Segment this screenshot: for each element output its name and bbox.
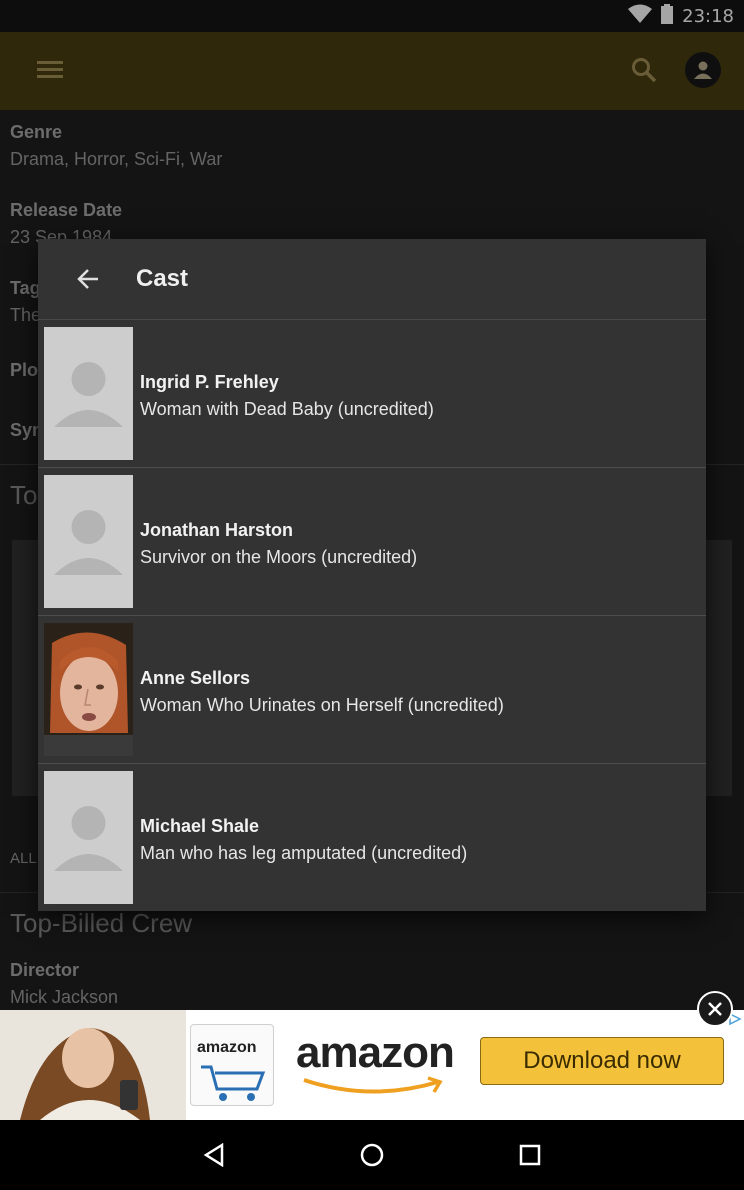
arrow-back-icon[interactable]: [70, 261, 106, 297]
close-ad-icon[interactable]: [697, 991, 733, 1027]
cast-role: Woman with Dead Baby (uncredited): [140, 399, 434, 419]
cast-name: Jonathan Harston: [140, 520, 294, 540]
cast-photo: [44, 623, 133, 756]
amazon-smile-icon: [303, 1076, 443, 1094]
cast-item[interactable]: Michael Shale Man who has leg amputated …: [38, 764, 706, 911]
cast-name: Anne Sellors: [140, 668, 251, 688]
cast-role: Man who has leg amputated (uncredited): [140, 843, 468, 863]
cast-name: Michael Shale: [140, 816, 260, 836]
download-now-button[interactable]: Download now: [480, 1037, 724, 1085]
nav-home-icon[interactable]: [352, 1137, 392, 1173]
cast-item[interactable]: Ingrid P. Frehley Woman with Dead Baby (…: [38, 320, 706, 468]
cast-dialog: Cast Ingrid P. Frehley Woman with Dead B…: [38, 239, 706, 911]
cast-list: Ingrid P. Frehley Woman with Dead Baby (…: [38, 320, 706, 911]
system-nav-bar: [0, 1120, 744, 1190]
dialog-header: Cast: [38, 239, 706, 320]
ad-photo: [0, 1010, 186, 1120]
cast-name: Ingrid P. Frehley: [140, 372, 279, 392]
cast-photo-placeholder: [44, 771, 133, 904]
cast-role: Survivor on the Moors (uncredited): [140, 547, 418, 567]
cast-item[interactable]: Anne Sellors Woman Who Urinates on Herse…: [38, 616, 706, 764]
nav-back-icon[interactable]: [194, 1137, 234, 1173]
amazon-app-logo: amazon: [190, 1024, 274, 1106]
cast-item[interactable]: Jonathan Harston Survivor on the Moors (…: [38, 468, 706, 616]
nav-recents-icon[interactable]: [510, 1137, 550, 1173]
cast-photo-placeholder: [44, 327, 133, 460]
ad-brand-text: amazon: [296, 1028, 455, 1077]
ad-banner[interactable]: amazon amazon Download now: [0, 1010, 744, 1120]
ad-logo-text: amazon: [197, 1039, 257, 1056]
dialog-title: Cast: [136, 265, 189, 292]
cast-photo-placeholder: [44, 475, 133, 608]
cast-role: Woman Who Urinates on Herself (uncredite…: [140, 695, 504, 715]
